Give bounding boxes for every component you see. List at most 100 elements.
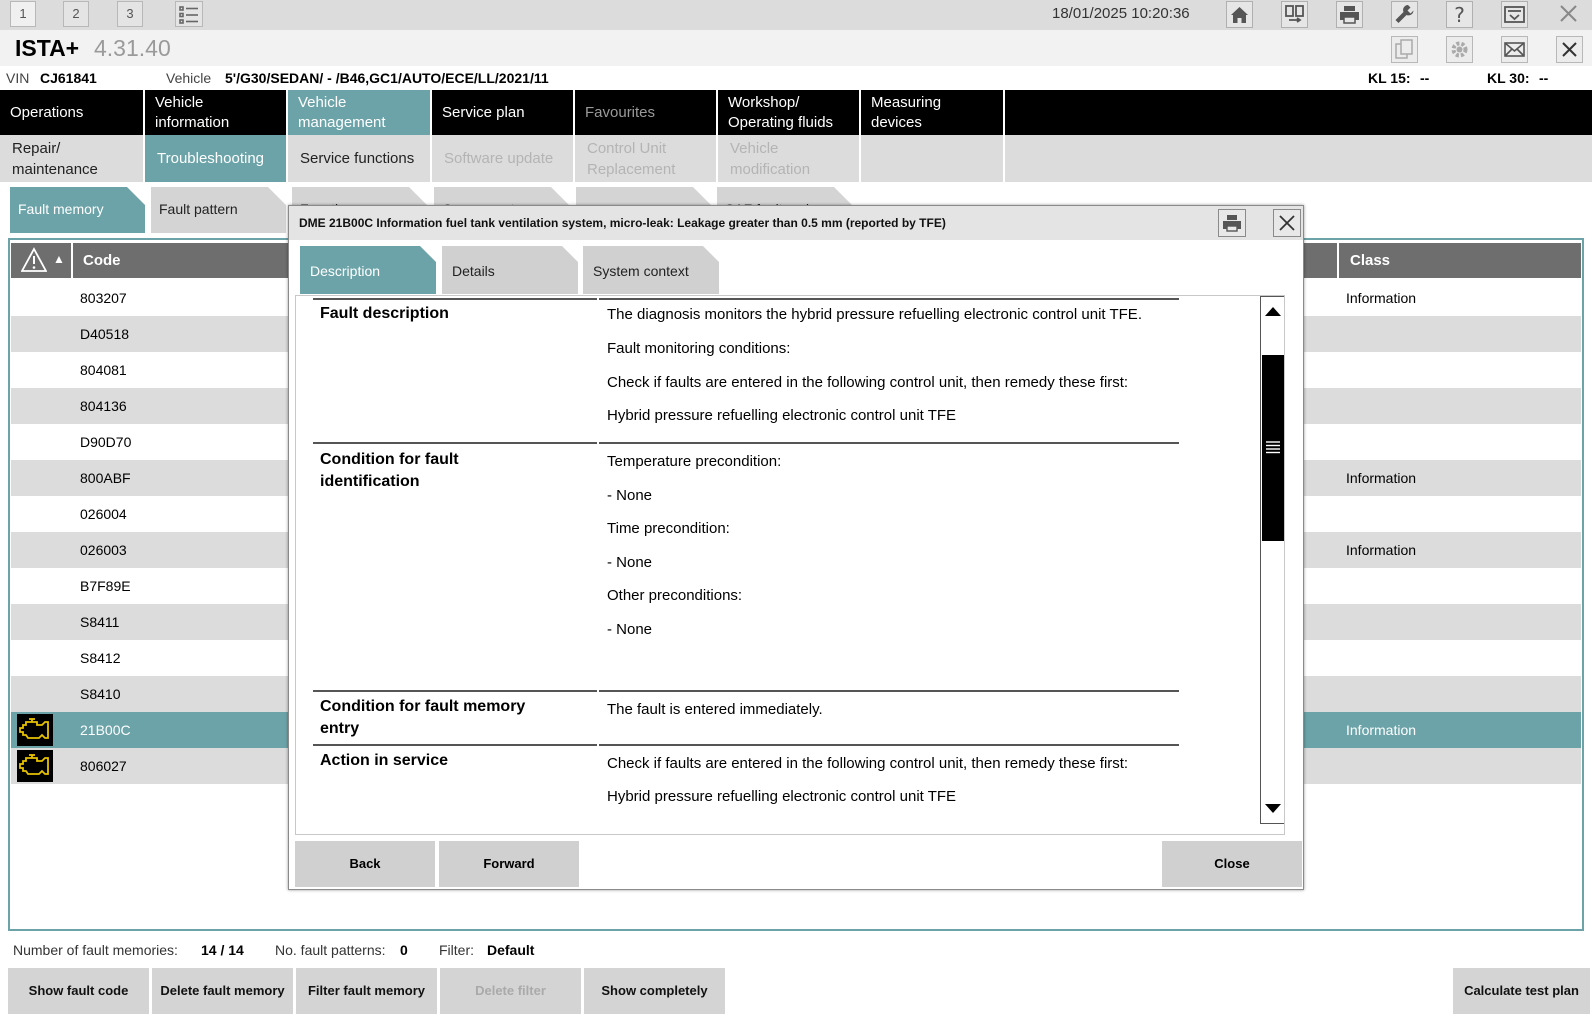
dialog-close-icon[interactable] [1273, 209, 1301, 237]
section-text: The diagnosis monitors the hybrid pressu… [607, 306, 1142, 323]
tab-corner [268, 187, 286, 205]
nav-workshop-operating-fluids[interactable]: Workshop/ Operating fluids [718, 90, 861, 135]
vertical-scrollbar[interactable] [1260, 296, 1284, 824]
tab-corner [420, 246, 436, 262]
section-label-fault-description: Fault description [320, 305, 449, 322]
help-icon[interactable]: ? [1446, 1, 1473, 28]
datetime-display: 18/01/2025 10:20:36 [1052, 5, 1190, 22]
calculate-test-plan-button[interactable]: Calculate test plan [1453, 968, 1590, 1014]
documents-icon[interactable] [1391, 36, 1418, 63]
header-divider [1337, 243, 1339, 278]
dialog-tab-details[interactable]: Details [442, 246, 578, 294]
row-code: 800ABF [80, 470, 131, 486]
section-text: The fault is entered immediately. [607, 701, 823, 718]
nav-service-plan[interactable]: Service plan [432, 90, 575, 135]
home-icon[interactable] [1226, 1, 1253, 28]
transfer-icon[interactable] [1281, 1, 1308, 28]
settings-gear-icon[interactable] [1446, 36, 1473, 63]
header-divider [71, 243, 73, 278]
svg-text:?: ? [1454, 3, 1465, 27]
tab-corner [551, 187, 569, 205]
scroll-down-icon[interactable] [1264, 803, 1282, 815]
row-class: Information [1346, 542, 1417, 558]
divider [313, 442, 597, 444]
divider [599, 690, 1179, 692]
close-icon[interactable] [1556, 1, 1583, 28]
section-label-condition-entry: Condition for fault memory entry [320, 698, 526, 737]
session-1-button[interactable]: 1 [10, 1, 36, 27]
show-fault-code-button[interactable]: Show fault code [8, 968, 149, 1014]
download-icon[interactable] [1501, 1, 1528, 28]
session-2-button[interactable]: 2 [63, 1, 89, 27]
tab-corner [703, 246, 719, 262]
section-text: Fault monitoring conditions: [607, 340, 791, 357]
show-completely-button[interactable]: Show completely [584, 968, 725, 1014]
description-content: Fault description The diagnosis monitors… [295, 295, 1285, 835]
printer-icon[interactable] [1336, 1, 1363, 28]
vehicle-value: 5'/G30/SEDAN/ - /B46,GC1/AUTO/ECE/LL/202… [225, 70, 549, 86]
nav-measuring-devices[interactable]: Measuring devices [861, 90, 1005, 135]
nav-operations[interactable]: Operations [0, 90, 145, 135]
vehicle-label: Vehicle [166, 70, 212, 86]
section-text: Hybrid pressure refuelling electronic co… [607, 788, 957, 805]
kl30-label: KL 30: [1487, 70, 1530, 86]
tab-fault-pattern[interactable]: Fault pattern [151, 187, 286, 233]
dialog-header: DME 21B00C Information fuel tank ventila… [289, 206, 1303, 240]
filter-fault-memory-button[interactable]: Filter fault memory [296, 968, 437, 1014]
row-code: 803207 [80, 290, 127, 306]
subnav-troubleshooting[interactable]: Troubleshooting [145, 135, 288, 182]
divider [313, 690, 597, 692]
fault-memories-label: Number of fault memories: [13, 942, 178, 958]
row-code: 21B00C [80, 722, 131, 738]
nav-vehicle-information[interactable]: Vehicle information [145, 90, 288, 135]
row-class: Information [1346, 290, 1417, 306]
app-title: ISTA+ [15, 35, 80, 61]
scroll-up-icon[interactable] [1264, 305, 1282, 317]
fault-patterns-label: No. fault patterns: [275, 942, 386, 958]
subnav-service-functions[interactable]: Service functions [288, 135, 432, 182]
kl15-label: KL 15: [1368, 70, 1411, 86]
vehicle-info-row: VIN CJ61841 Vehicle 5'/G30/SEDAN/ - /B46… [0, 66, 1592, 90]
warning-icon[interactable] [21, 247, 47, 273]
nav-favourites[interactable]: Favourites [575, 90, 718, 135]
app-version: 4.31.40 [94, 35, 171, 61]
forward-button[interactable]: Forward [439, 841, 579, 887]
tab-corner [127, 187, 145, 205]
dialog-print-icon[interactable] [1218, 209, 1246, 237]
vin-value: CJ61841 [40, 70, 97, 86]
tab-fault-memory[interactable]: Fault memory [10, 187, 145, 233]
scrollbar-thumb[interactable] [1262, 355, 1284, 541]
section-label-action-service: Action in service [320, 752, 449, 769]
top-toolbar: 1 2 3 18/01/2025 10:20:36 ? [0, 0, 1592, 30]
row-code: D40518 [80, 326, 130, 342]
subnav-vehicle-modification[interactable]: Vehicle modification [718, 135, 861, 182]
subnav-repair-maintenance[interactable]: Repair/ maintenance [0, 135, 145, 182]
nav-vehicle-management[interactable]: Vehicle management [288, 90, 432, 135]
delete-fault-memory-button[interactable]: Delete fault memory [152, 968, 293, 1014]
header-class[interactable]: Class [1350, 252, 1390, 269]
fault-patterns-value: 0 [400, 942, 408, 958]
header-code[interactable]: Code [83, 252, 121, 269]
dialog-tab-system-context[interactable]: System context [583, 246, 719, 294]
tab-corner [562, 246, 578, 262]
tab-corner [693, 187, 711, 205]
mail-icon[interactable] [1501, 36, 1528, 63]
dialog-close-button[interactable]: Close [1162, 841, 1302, 887]
subnav-software-update[interactable]: Software update [432, 135, 575, 182]
row-code: 026004 [80, 506, 127, 522]
dialog-tab-description[interactable]: Description [300, 246, 436, 294]
fault-memories-value: 14 / 14 [201, 942, 244, 958]
sort-ascending-icon[interactable]: ▲ [53, 252, 65, 266]
fault-detail-dialog: DME 21B00C Information fuel tank ventila… [288, 205, 1304, 890]
wrench-icon[interactable] [1391, 1, 1418, 28]
back-button[interactable]: Back [295, 841, 435, 887]
session-3-button[interactable]: 3 [117, 1, 143, 27]
row-code: D90D70 [80, 434, 132, 450]
window-close-icon[interactable] [1556, 36, 1583, 63]
list-icon[interactable] [175, 1, 203, 27]
subnav-control-unit-replacement[interactable]: Control Unit Replacement [575, 135, 718, 182]
delete-filter-button[interactable]: Delete filter [440, 968, 581, 1014]
divider [599, 298, 1179, 300]
section-text: Check if faults are entered in the follo… [607, 374, 1129, 391]
section-text: - None [607, 554, 653, 571]
